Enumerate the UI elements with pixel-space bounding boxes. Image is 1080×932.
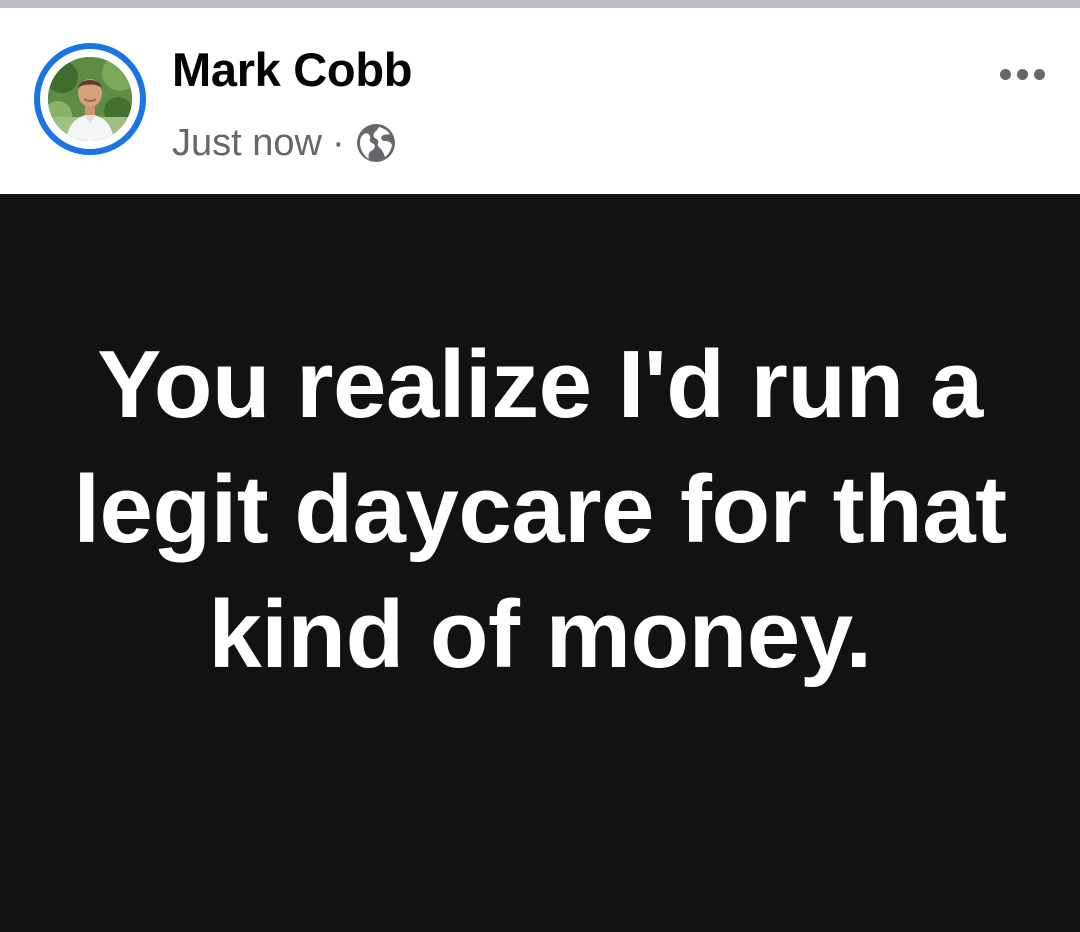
avatar-story-ring[interactable] bbox=[34, 43, 146, 155]
post-timestamp[interactable]: Just now bbox=[172, 122, 322, 165]
meta-separator: · bbox=[331, 121, 345, 164]
post-header: Mark Cobb Just now · bbox=[0, 8, 1080, 194]
more-options-icon-dot bbox=[1033, 68, 1045, 80]
globe-icon[interactable] bbox=[355, 122, 397, 164]
post-meta: Just now · bbox=[172, 118, 397, 168]
avatar[interactable] bbox=[48, 57, 132, 141]
more-options-icon-dot bbox=[1016, 68, 1028, 80]
post-background[interactable]: You realize I'd run a legit daycare for … bbox=[0, 194, 1080, 932]
avatar-photo bbox=[48, 57, 132, 141]
more-options-button[interactable] bbox=[990, 56, 1054, 92]
more-options-icon bbox=[999, 68, 1011, 80]
post-text: You realize I'd run a legit daycare for … bbox=[73, 331, 1007, 688]
top-divider bbox=[0, 0, 1080, 8]
author-name[interactable]: Mark Cobb bbox=[172, 42, 412, 97]
